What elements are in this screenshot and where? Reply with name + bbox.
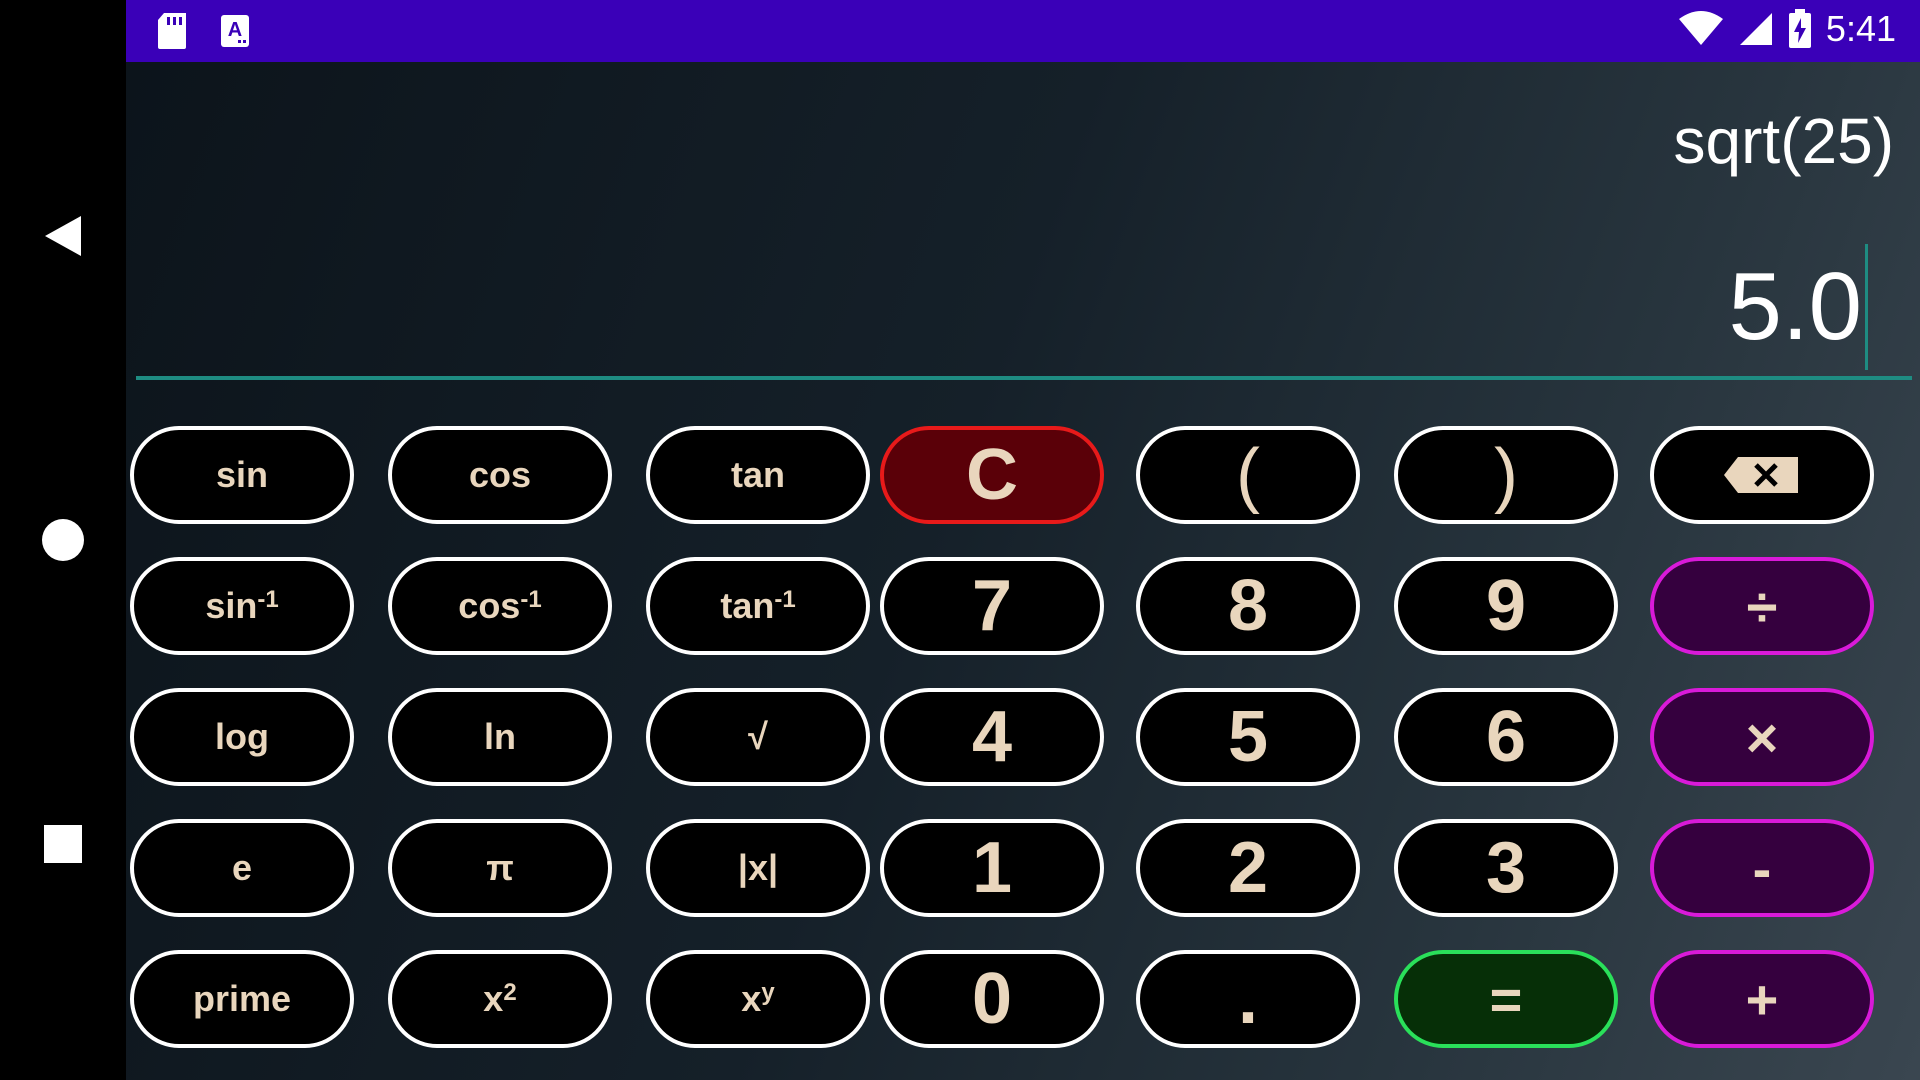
cos-button[interactable]: cos (388, 426, 612, 524)
absolute-value-button[interactable]: |x| (646, 819, 870, 917)
sin-button[interactable]: sin (130, 426, 354, 524)
keyboard-a-icon: A (221, 15, 249, 47)
recents-square-icon (44, 825, 82, 863)
equals-button[interactable]: = (1394, 950, 1618, 1048)
digit-6-button[interactable]: 6 (1394, 688, 1618, 786)
keypad: sin cos tan C ( ) sin -1 cos -1 tan -1 7 8 … (126, 62, 1920, 1080)
power-button[interactable]: xy (646, 950, 870, 1048)
cell-signal-icon (1739, 13, 1772, 45)
recents-button[interactable] (0, 784, 126, 904)
backspace-icon (1724, 457, 1798, 493)
svg-text:A: A (228, 19, 242, 41)
digit-1-button[interactable]: 1 (880, 819, 1104, 917)
arccos-button[interactable]: cos -1 (388, 557, 612, 655)
tan-button[interactable]: tan (646, 426, 870, 524)
arctan-button[interactable]: tan -1 (646, 557, 870, 655)
back-triangle-icon (45, 216, 81, 256)
arcsin-button[interactable]: sin -1 (130, 557, 354, 655)
digit-4-button[interactable]: 4 (880, 688, 1104, 786)
divide-button[interactable]: ÷ (1650, 557, 1874, 655)
digit-3-button[interactable]: 3 (1394, 819, 1618, 917)
e-constant-button[interactable]: e (130, 819, 354, 917)
prime-button[interactable]: prime (130, 950, 354, 1048)
multiply-button[interactable]: × (1650, 688, 1874, 786)
calculator-app: sqrt(25) 5.0 sin cos tan C ( ) sin -1 cos… (126, 62, 1920, 1080)
digit-7-button[interactable]: 7 (880, 557, 1104, 655)
back-button[interactable] (0, 176, 126, 296)
digit-9-button[interactable]: 9 (1394, 557, 1618, 655)
digit-5-button[interactable]: 5 (1136, 688, 1360, 786)
digit-2-button[interactable]: 2 (1136, 819, 1360, 917)
plus-button[interactable]: + (1650, 950, 1874, 1048)
status-system-icons: 5:41 (1678, 8, 1896, 50)
clear-button[interactable]: C (880, 426, 1104, 524)
log-button[interactable]: log (130, 688, 354, 786)
pi-button[interactable]: π (388, 819, 612, 917)
minus-button[interactable]: - (1650, 819, 1874, 917)
battery-charging-icon (1788, 9, 1811, 48)
left-paren-button[interactable]: ( (1136, 426, 1360, 524)
digit-0-button[interactable]: 0 (880, 950, 1104, 1048)
status-bar: A 5:41 (126, 0, 1920, 62)
decimal-point-button[interactable]: . (1136, 950, 1360, 1048)
home-circle-icon (42, 519, 84, 561)
wifi-icon (1678, 11, 1723, 45)
digit-8-button[interactable]: 8 (1136, 557, 1360, 655)
navigation-bar (0, 0, 126, 1080)
sd-card-icon (158, 13, 186, 49)
status-notifications: A (156, 12, 250, 50)
home-button[interactable] (0, 480, 126, 600)
sqrt-button[interactable]: √ (646, 688, 870, 786)
right-paren-button[interactable]: ) (1394, 426, 1618, 524)
square-button[interactable]: x2 (388, 950, 612, 1048)
backspace-button[interactable] (1650, 426, 1874, 524)
clock: 5:41 (1825, 8, 1896, 49)
ln-button[interactable]: ln (388, 688, 612, 786)
